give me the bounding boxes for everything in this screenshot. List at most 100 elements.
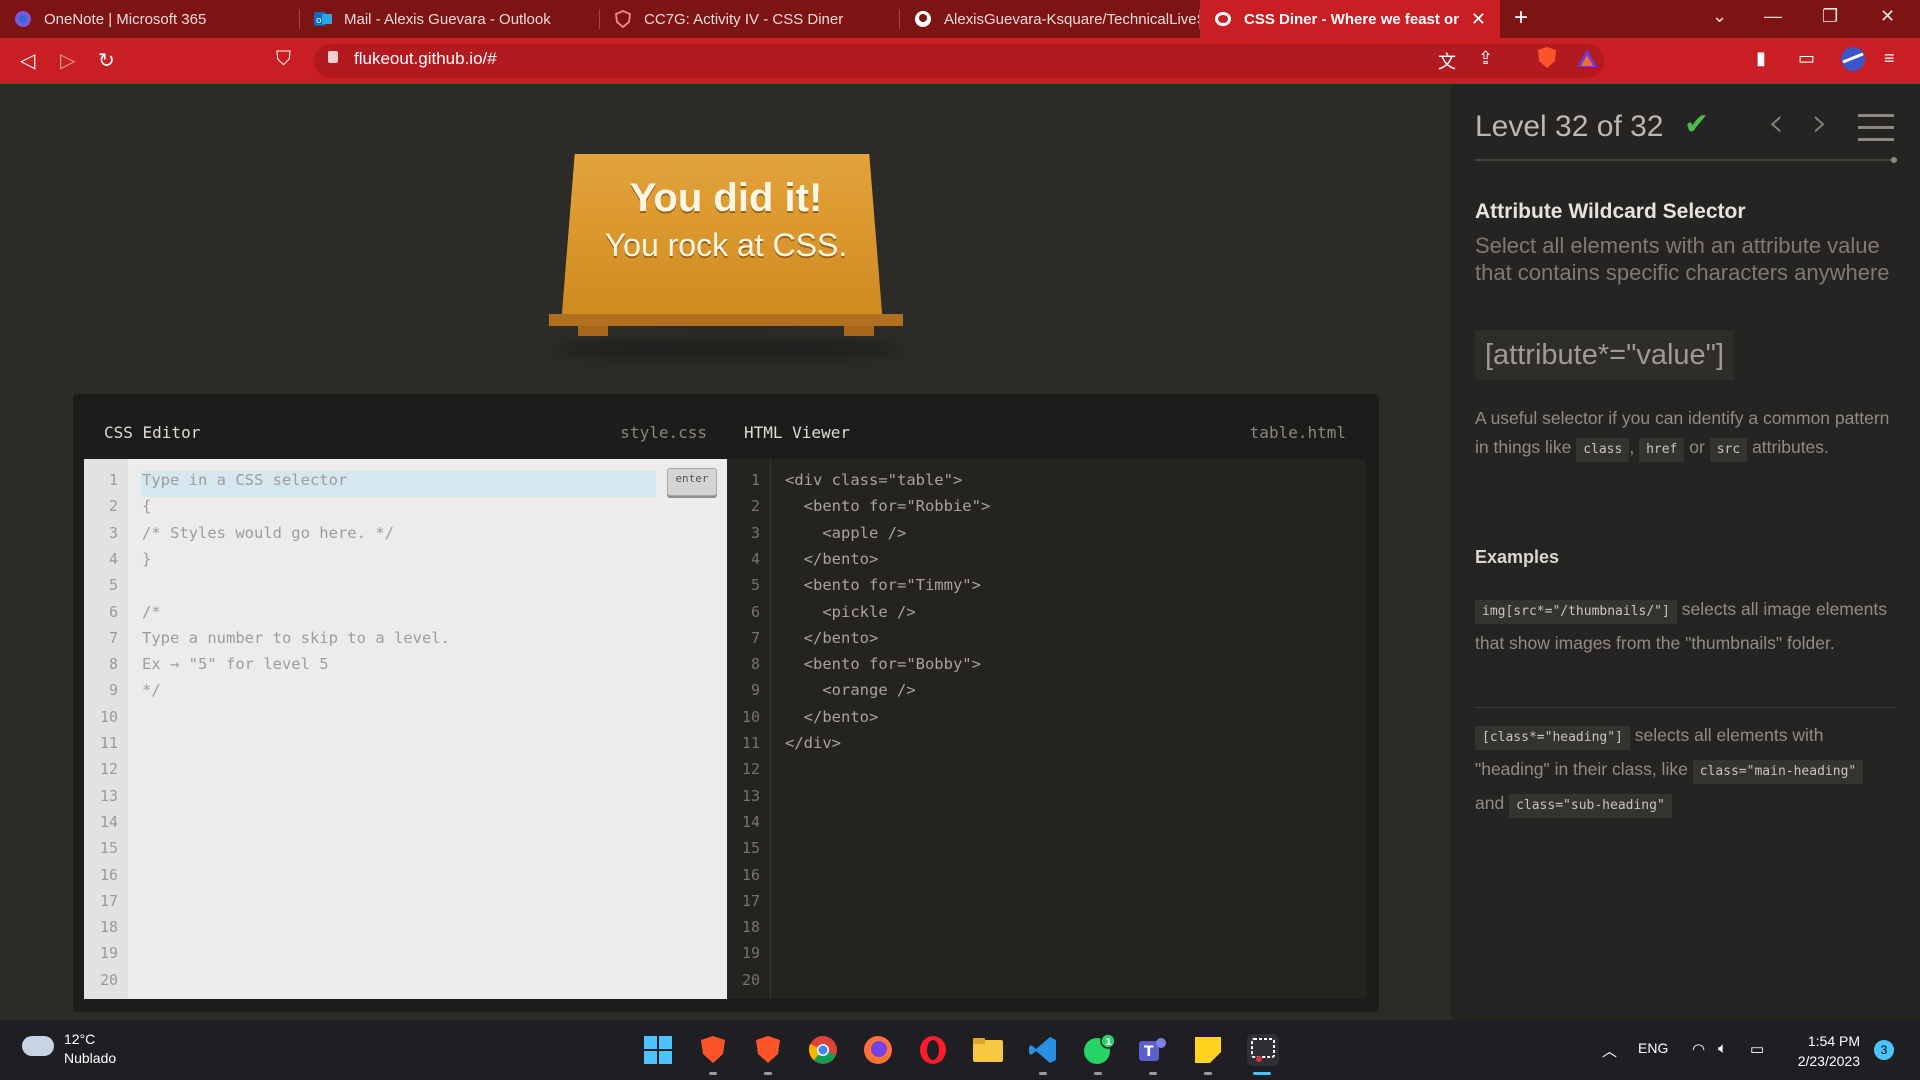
line-number: 5	[750, 576, 760, 595]
line-number: 3	[750, 523, 760, 542]
avatar[interactable]	[1840, 46, 1866, 77]
line-number: 1	[108, 471, 118, 489]
previous-level-icon[interactable]: ‹	[1768, 100, 1784, 146]
line-number: 10	[741, 707, 760, 726]
code-chip: class="main-heading"	[1692, 760, 1864, 784]
line-number: 10	[99, 707, 118, 726]
line-number: 6	[108, 602, 118, 621]
line-number: 2	[750, 497, 760, 516]
chevron-up-icon[interactable]: ︿	[1602, 1040, 1617, 1061]
whatsapp-icon[interactable]: 1	[1082, 1034, 1114, 1066]
line-number: 11	[741, 734, 760, 752]
tab-outlook[interactable]: o Mail - Alexis Guevara - Outlook	[300, 0, 600, 38]
new-tab-button[interactable]: +	[1514, 4, 1528, 32]
examples-heading: Examples	[1475, 547, 1560, 567]
url-text[interactable]: flukeout.github.io/#	[354, 49, 497, 69]
line-number: 11	[99, 734, 118, 752]
address-bar[interactable]	[314, 44, 1604, 78]
line-number: 9	[108, 681, 118, 700]
line-number: 16	[741, 865, 760, 884]
line-number: 16	[99, 865, 118, 884]
css-editor-header: CSS Editor style.css	[84, 406, 727, 458]
sidebar-toggle-icon[interactable]: ▮	[1756, 48, 1766, 69]
running-indicator	[1204, 1072, 1212, 1075]
sticky-notes-icon[interactable]	[1192, 1034, 1224, 1066]
html-viewer-header: HTML Viewer table.html	[727, 406, 1366, 458]
active-indicator	[1253, 1072, 1271, 1075]
line-number: 2	[108, 497, 118, 516]
line-number: 8	[108, 655, 118, 674]
start-icon[interactable]	[642, 1034, 674, 1066]
bookmark-icon[interactable]: ⛉	[276, 48, 291, 71]
share-icon[interactable]: ⇪	[1478, 48, 1493, 69]
brave-rewards-icon[interactable]	[1576, 47, 1598, 74]
line-number: 9	[750, 681, 760, 700]
volume-icon[interactable]: 🔈︎	[1718, 1040, 1727, 1057]
running-indicator	[1094, 1072, 1102, 1075]
running-indicator	[1149, 1072, 1157, 1075]
battery-icon[interactable]: ▭	[1750, 1040, 1764, 1058]
level-menu-icon[interactable]	[1858, 114, 1894, 144]
weather-widget[interactable]: 12°C Nublado	[64, 1030, 116, 1068]
brave-shields-icon[interactable]	[1536, 46, 1558, 75]
vscode-icon[interactable]	[1027, 1034, 1059, 1066]
wallet-icon[interactable]: ▭	[1798, 48, 1815, 69]
level-progress	[1475, 157, 1897, 163]
line-number: 15	[741, 839, 760, 858]
reload-icon[interactable]: ↻	[98, 48, 115, 73]
whatsapp-badge: 1	[1105, 1037, 1112, 1048]
brave-profile-icon[interactable]	[752, 1034, 784, 1066]
code-line: </bento>	[785, 549, 879, 568]
snipping-tool-icon[interactable]	[1247, 1034, 1279, 1066]
code-line: }	[142, 549, 152, 568]
menu-icon[interactable]: ≡	[1884, 48, 1895, 69]
next-level-icon[interactable]: ›	[1812, 100, 1828, 146]
close-window-icon[interactable]: ✕	[1880, 6, 1895, 27]
css-editor[interactable]: 1 2 3 4 5 6 7 8 9 10 11 12 13 14 15 16 17 18 19 20 enter Ty…	[84, 459, 727, 999]
tab-title: CSS Diner - Where we feast on CS	[1244, 10, 1459, 28]
code-chip: class	[1576, 438, 1630, 462]
opera-icon[interactable]	[917, 1034, 949, 1066]
language-indicator[interactable]: ENG	[1638, 1040, 1668, 1056]
hint-or: or	[1689, 437, 1705, 457]
back-icon[interactable]: ◁	[20, 48, 35, 73]
line-number: 19	[741, 944, 760, 963]
line-number: 13	[741, 786, 760, 805]
wifi-icon[interactable]: ◠	[1692, 1040, 1705, 1058]
tab-css-diner[interactable]: CSS Diner - Where we feast on CS ✕	[1200, 0, 1500, 38]
close-tab-icon[interactable]: ✕	[1471, 9, 1486, 30]
time: 1:54 PM	[1807, 1033, 1860, 1049]
code-line: {	[142, 497, 152, 516]
line-numbers: 1 2 3 4 5 6 7 8 9 10 11 12 13 14 15 16 17 18 19 20	[727, 459, 771, 999]
weather-condition: Nublado	[64, 1050, 117, 1066]
translate-icon[interactable]: 文	[1438, 48, 1456, 74]
forward-icon[interactable]: ▷	[60, 48, 75, 73]
running-indicator	[1039, 1072, 1047, 1075]
clock[interactable]: 1:54 PM 2/23/2023	[1788, 1031, 1860, 1071]
tab-canvas[interactable]: CC7G: Activity IV - CSS Diner	[600, 0, 900, 38]
minimize-icon[interactable]: —	[1764, 6, 1782, 27]
notification-badge[interactable]: 3	[1874, 1040, 1894, 1060]
file-explorer-icon[interactable]	[972, 1034, 1004, 1066]
line-number: 3	[108, 523, 118, 542]
tab-github[interactable]: AlexisGuevara-Ksquare/TechnicalLiveS	[900, 0, 1200, 38]
firefox-icon[interactable]	[862, 1034, 894, 1066]
teams-icon[interactable]: T	[1137, 1034, 1169, 1066]
table-leg	[578, 326, 608, 336]
line-number: 12	[99, 760, 118, 779]
line-number: 4	[750, 549, 760, 568]
brave-icon[interactable]	[697, 1034, 729, 1066]
tab-onenote[interactable]: OneNote | Microsoft 365	[0, 0, 300, 38]
line-number: 20	[741, 970, 760, 989]
lock-icon	[328, 51, 338, 63]
code-line: <orange />	[785, 681, 916, 700]
code-line: </bento>	[785, 628, 879, 647]
running-indicator	[764, 1072, 772, 1075]
cloud-icon[interactable]	[22, 1036, 54, 1056]
enter-button[interactable]: enter	[667, 468, 717, 496]
example-and: and	[1475, 793, 1505, 813]
tab-search-icon[interactable]: ⌄	[1712, 6, 1727, 27]
code-chip: class="sub-heading"	[1509, 794, 1672, 818]
chrome-icon[interactable]	[807, 1034, 839, 1066]
restore-icon[interactable]: ❐	[1822, 6, 1838, 27]
